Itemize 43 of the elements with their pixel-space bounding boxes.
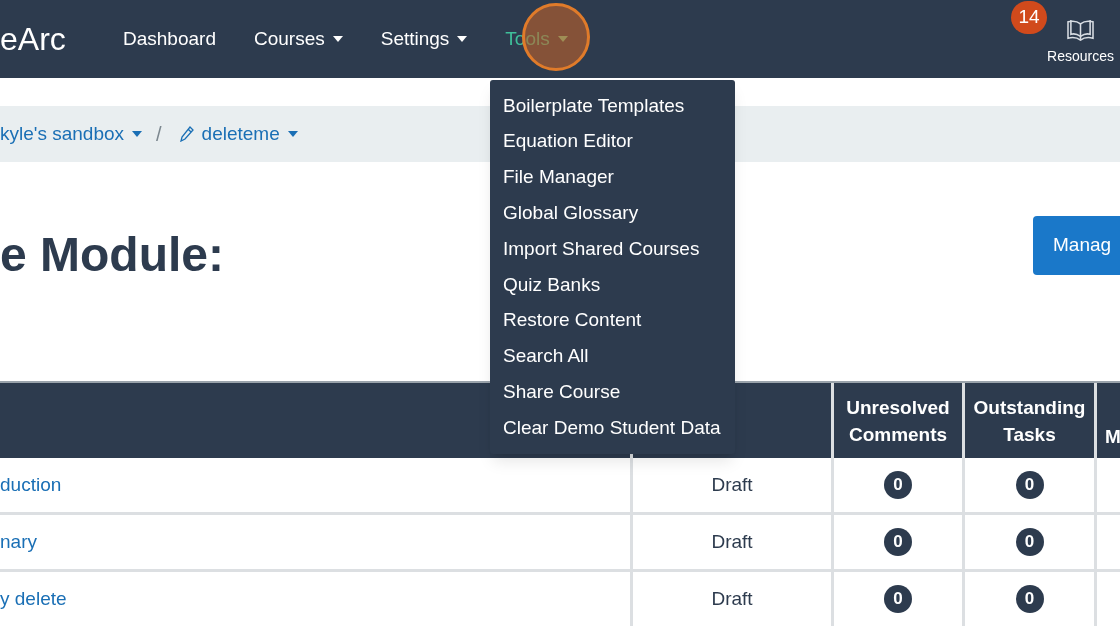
menu-item[interactable]: Import Shared Courses [490,231,735,267]
menu-item[interactable]: Clear Demo Student Data [490,410,735,446]
column-header: Unresolved Comments [845,395,951,447]
page-link[interactable]: duction [0,470,62,500]
menu-item[interactable]: File Manager [490,159,735,196]
page-title: e Module: [0,227,224,283]
breadcrumb-link[interactable]: kyle's sandbox [0,119,143,149]
caret-icon [557,36,568,42]
menu-item[interactable]: Global Glossary [490,195,735,232]
resources-link[interactable]: Resources [1047,11,1120,67]
menu-item[interactable]: Equation Editor [490,123,735,160]
status-text: Draft [711,472,753,497]
menu-item[interactable]: Quiz Banks [490,267,735,303]
notification-badge: 14 [1011,1,1047,34]
manage-button[interactable]: Manag [1033,216,1120,275]
nav-link[interactable]: Settings [380,24,468,54]
column-header: Outstanding Tasks [972,395,1087,447]
nav-link[interactable]: Dashboard [123,24,216,54]
count-badge: 0 [1015,585,1044,613]
page-link[interactable]: nary [0,527,37,557]
breadcrumb-link[interactable]: deleteme [179,119,298,149]
menu-item[interactable]: Search All [490,338,735,375]
book-icon [1065,17,1097,43]
brand-logo[interactable]: eArc [0,15,123,63]
count-badge: 0 [1015,528,1044,556]
status-text: Draft [711,586,753,611]
count-badge: 0 [884,528,912,556]
count-badge: 0 [884,585,912,613]
count-badge: 0 [1015,471,1044,499]
menu-item[interactable]: Boilerplate Templates [490,88,735,124]
count-badge: 0 [884,471,912,499]
status-text: Draft [711,529,753,554]
menu-item[interactable]: Share Course [490,374,735,411]
caret-icon [457,36,468,42]
page-link[interactable]: y delete [0,584,67,614]
caret-icon [287,131,298,137]
caret-icon [132,131,143,137]
caret-icon [332,36,343,42]
menu-item[interactable]: Restore Content [490,302,735,339]
column-header: M [1104,425,1120,449]
pencil-icon [179,126,194,142]
breadcrumb-separator: / [156,122,162,147]
nav-link[interactable]: Courses [253,24,343,54]
